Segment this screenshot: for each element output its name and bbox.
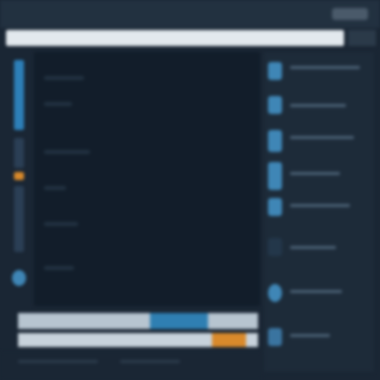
item-line [290, 204, 350, 207]
content-row [44, 150, 90, 154]
list-item[interactable] [264, 192, 374, 222]
item-line [290, 104, 346, 107]
download-icon [268, 284, 282, 302]
content-row [44, 102, 72, 106]
folder-icon [268, 130, 282, 152]
content-row [44, 76, 84, 80]
item-line [290, 290, 342, 293]
list-icon[interactable] [14, 138, 24, 168]
item-line [290, 334, 330, 337]
window-action-button[interactable] [332, 8, 368, 20]
item-line [290, 136, 354, 139]
share-icon [268, 238, 282, 256]
list-item[interactable] [264, 124, 374, 154]
tag-icon [268, 162, 282, 190]
window-title [10, 7, 230, 21]
list-item[interactable] [264, 232, 374, 262]
settings-icon[interactable] [12, 270, 26, 286]
document-icon [268, 96, 282, 114]
content-row [44, 186, 66, 190]
progress-fill-primary [150, 313, 208, 329]
item-line [290, 172, 340, 175]
item-line [290, 246, 336, 249]
list-item[interactable] [264, 278, 374, 308]
list-item[interactable] [264, 56, 374, 86]
list-item[interactable] [264, 156, 374, 190]
progress-fill-secondary [212, 333, 246, 347]
content-row [44, 222, 78, 226]
title-bar [0, 0, 380, 28]
status-bar [0, 352, 262, 380]
left-toolbar [8, 52, 30, 306]
user-icon [268, 198, 282, 216]
content-row [44, 266, 74, 270]
image-icon [268, 62, 282, 80]
address-input[interactable] [6, 30, 344, 46]
status-line [18, 360, 98, 363]
right-sidebar [264, 52, 374, 372]
status-line [120, 360, 180, 363]
layers-icon[interactable] [14, 186, 24, 252]
panel-icon[interactable] [14, 60, 24, 130]
flag-icon[interactable] [14, 172, 24, 180]
progress-track-primary [18, 313, 258, 329]
list-item[interactable] [264, 322, 374, 352]
list-item[interactable] [264, 90, 374, 120]
download-icon [268, 328, 282, 346]
item-line [290, 66, 360, 69]
main-canvas[interactable] [34, 52, 260, 306]
address-end-cap [348, 30, 376, 46]
